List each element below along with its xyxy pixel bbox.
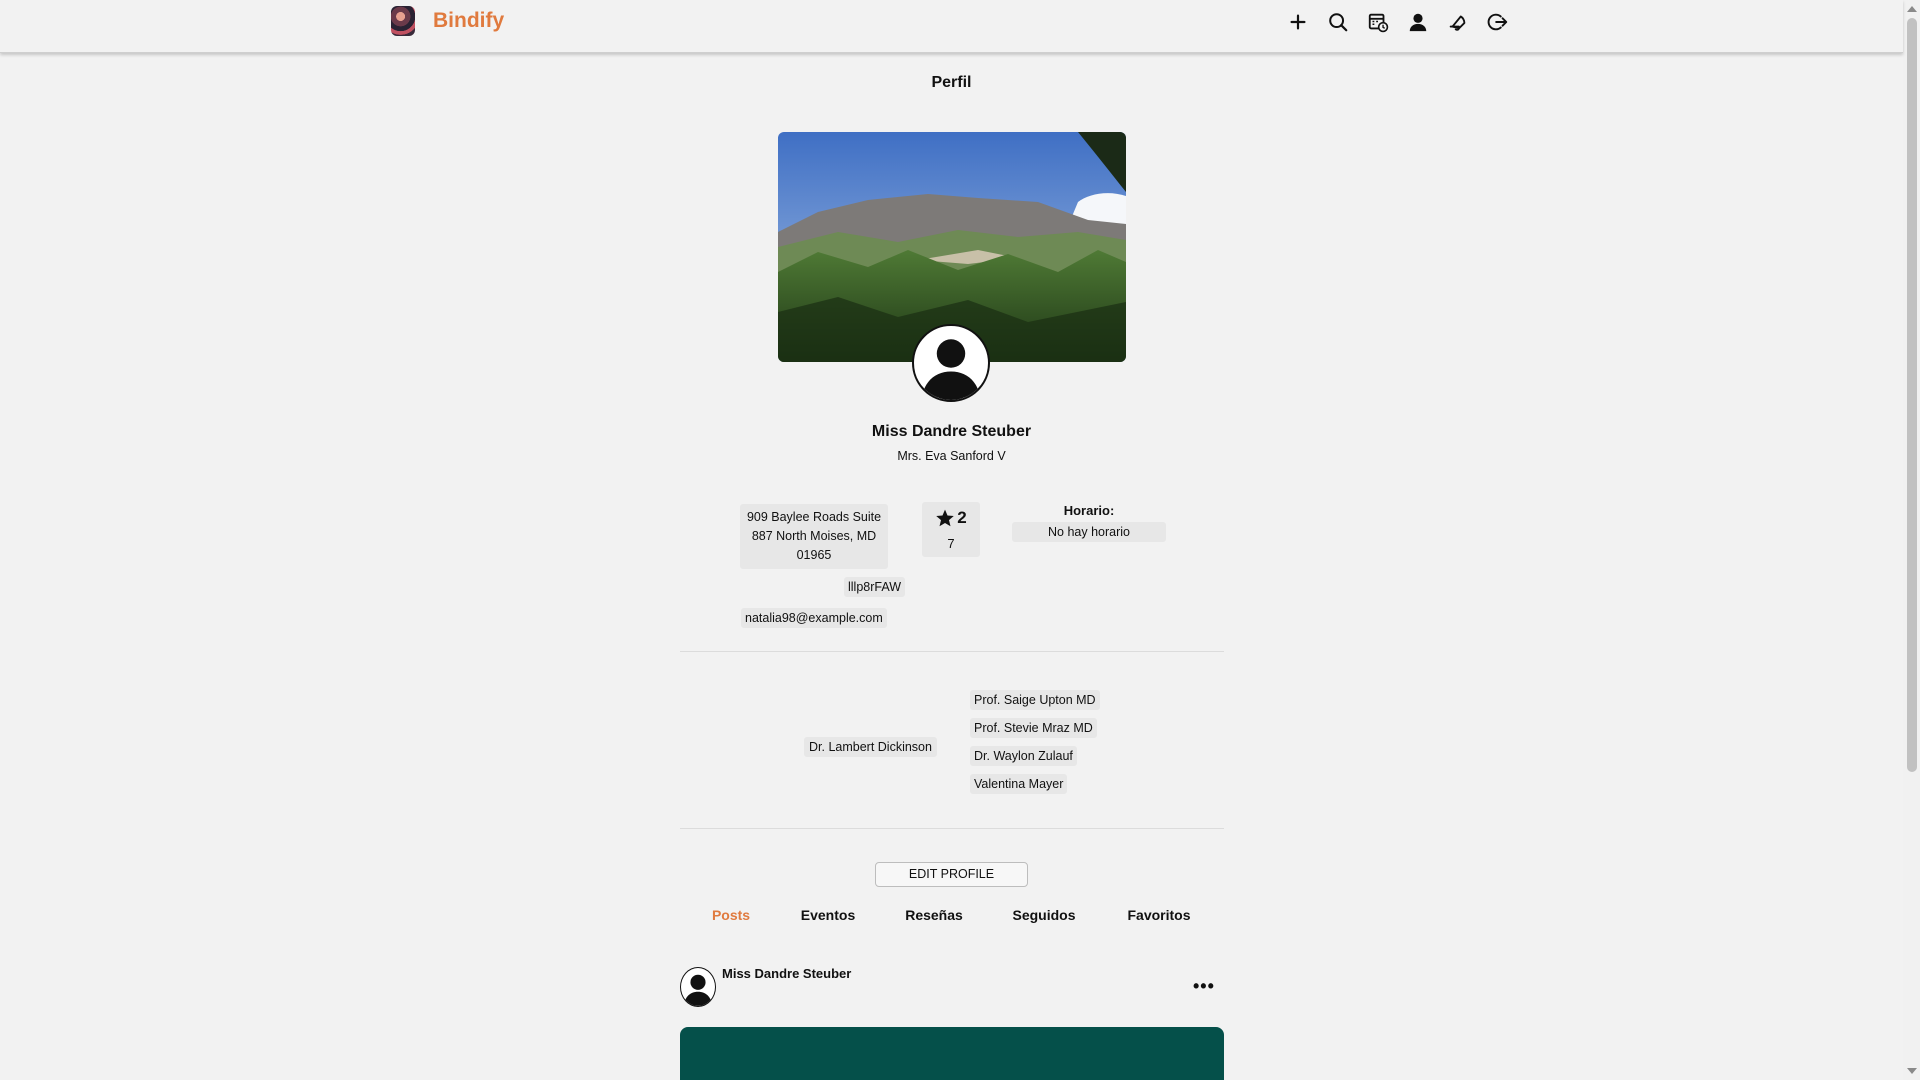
connection-person[interactable]: Valentina Mayer (970, 774, 1068, 794)
tab-eventos[interactable]: Eventos (801, 907, 855, 923)
tab-favoritos[interactable]: Favoritos (1127, 907, 1190, 923)
tab-seguidos[interactable]: Seguidos (1012, 907, 1075, 923)
calendar-clock-icon[interactable] (1358, 9, 1398, 35)
connection-person[interactable]: Dr. Waylon Zulauf (970, 746, 1077, 766)
user-icon[interactable] (1398, 9, 1438, 35)
schedule-label: Horario: (1063, 503, 1115, 518)
brand-logo (391, 6, 415, 36)
post-author-name[interactable]: Miss Dandre Steuber (722, 966, 851, 981)
connection-list: Prof. Saige Upton MD Prof. Stevie Mraz M… (970, 690, 1100, 802)
brand-name: Bindify (433, 9, 505, 32)
scroll-up-arrow[interactable] (1907, 6, 1917, 12)
rating-count: 7 (947, 536, 955, 551)
profile-tabs: Posts Eventos Reseñas Seguidos Favoritos (0, 907, 1903, 927)
profile-address: 909 Baylee Roads Suite 887 North Moises,… (740, 504, 888, 569)
brand[interactable]: Bindify (391, 6, 504, 36)
scroll-thumb[interactable] (1907, 18, 1917, 772)
post-more-icon[interactable]: ••• (1193, 976, 1215, 997)
star-icon (936, 509, 955, 527)
plus-icon[interactable] (1278, 9, 1318, 35)
rating-value: 2 (957, 508, 967, 527)
profile-code: lllp8rFAW (843, 577, 905, 597)
connection-person[interactable]: Prof. Saige Upton MD (970, 690, 1100, 710)
connection-person[interactable]: Dr. Lambert Dickinson (804, 737, 937, 757)
rating-box: 2 7 (922, 502, 980, 557)
page-title: Perfil (931, 74, 972, 91)
connection-person[interactable]: Prof. Stevie Mraz MD (970, 718, 1097, 738)
profile-name: Miss Dandre Steuber (871, 423, 1032, 440)
scroll-down-arrow[interactable] (1907, 1068, 1917, 1074)
schedule-value: No hay horario (1012, 522, 1166, 542)
navbar-actions (1278, 9, 1518, 35)
profile-subtitle: Mrs. Eva Sanford V (897, 449, 1006, 463)
post-author-avatar[interactable] (680, 967, 716, 1007)
logout-icon[interactable] (1478, 9, 1518, 35)
profile-avatar[interactable] (912, 324, 990, 402)
tab-resenas[interactable]: Reseñas (905, 907, 963, 923)
tab-posts[interactable]: Posts (712, 907, 750, 923)
top-navbar: Bindify (0, 0, 1903, 53)
edit-profile-button[interactable]: EDIT PROFILE (875, 862, 1028, 887)
profile-email: natalia98@example.com (741, 608, 887, 628)
divider (680, 651, 1224, 652)
search-icon[interactable] (1318, 9, 1358, 35)
notification-icon[interactable] (1438, 9, 1478, 35)
page-scrollbar[interactable] (1903, 0, 1920, 1080)
post-card[interactable] (680, 1027, 1224, 1080)
divider (680, 828, 1224, 829)
